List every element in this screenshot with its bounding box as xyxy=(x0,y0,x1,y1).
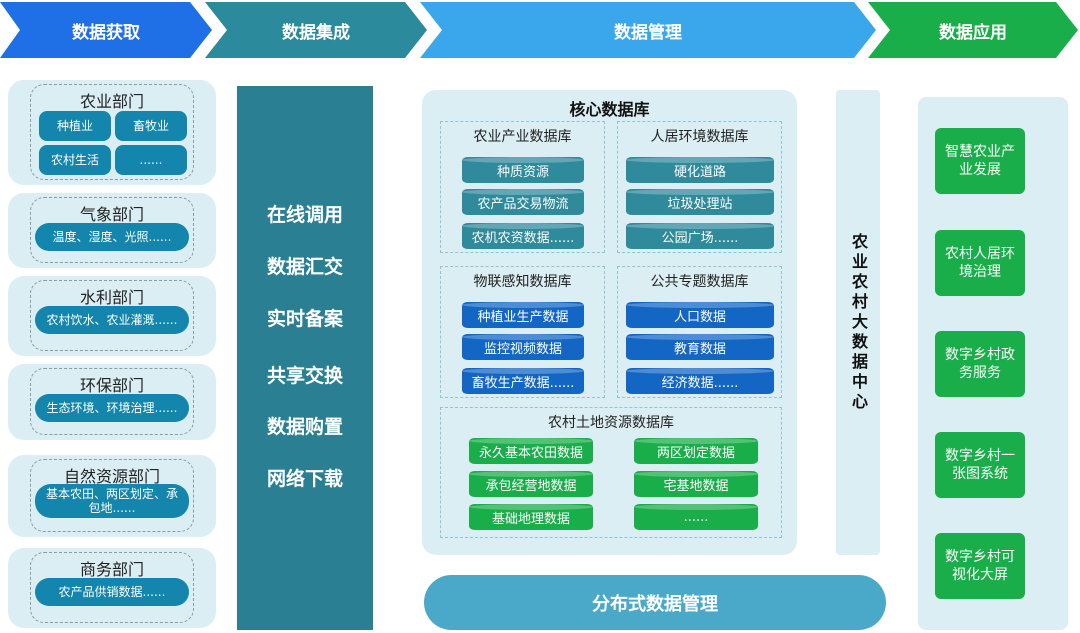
department-frame: 水利部门 农村饮水、农业灌溉...... xyxy=(30,280,194,351)
department-frame: 气象部门 温度、湿度、光照...... xyxy=(30,197,194,263)
stage-manage: 数据管理 xyxy=(420,2,876,58)
stage-label: 数据应用 xyxy=(939,22,1007,43)
stage-integrate: 数据集成 xyxy=(205,2,427,58)
distributed-management-bar: 分布式数据管理 xyxy=(424,575,886,630)
sub-database-title: 农村土地资源数据库 xyxy=(548,415,674,431)
department-card: 自然资源部门 基本农田、两区划定、承包地...... xyxy=(8,455,216,537)
integration-method: 网络下载 xyxy=(266,468,343,490)
department-title: 水利部门 xyxy=(79,288,144,307)
sub-database: 公共专题数据库人口数据教育数据经济数据...... xyxy=(617,266,782,398)
core-title: 核心数据库 xyxy=(569,100,650,119)
application-card[interactable]: 数字乡村政务服务 xyxy=(935,331,1025,397)
stage-label: 数据获取 xyxy=(72,22,140,43)
department-frame: 自然资源部门 基本农田、两区划定、承包地...... xyxy=(30,459,194,532)
data-center-label: 农业农村大数据中心 xyxy=(849,232,868,413)
department-title: 气象部门 xyxy=(79,205,144,224)
integration-method: 共享交换 xyxy=(266,365,343,387)
department-item[interactable]: 农村饮水、农业灌溉...... xyxy=(35,306,189,334)
sub-database-title: 农业产业数据库 xyxy=(473,129,572,145)
department-title: 环保部门 xyxy=(79,376,144,395)
application-card[interactable]: 数字乡村一张图系统 xyxy=(935,432,1025,498)
department-item[interactable]: 基本农田、两区划定、承包地...... xyxy=(35,484,189,518)
sub-database-title: 人居环境数据库 xyxy=(650,129,749,145)
sub-database: 人居环境数据库硬化道路垃圾处理站公园广场...... xyxy=(617,121,782,253)
stage-apply: 数据应用 xyxy=(868,2,1078,58)
database-cylinder[interactable]: 经济数据...... xyxy=(626,368,774,394)
sub-database: 农业产业数据库种质资源农产品交易物流 农机农资数据...... xyxy=(440,121,605,253)
database-cylinder[interactable]: 农产品交易物流 xyxy=(462,189,584,215)
integration-bar: 在线调用数据汇交实时备案共享交换数据购置网络下载 xyxy=(237,86,373,630)
department-title: 农业部门 xyxy=(79,92,144,111)
department-card: 环保部门 生态环境、环境治理...... xyxy=(8,364,216,440)
database-cylinder[interactable]: 基础地理数据 xyxy=(469,504,593,530)
database-cylinder[interactable]: 公园广场...... xyxy=(626,223,774,249)
core-database-panel: 核心数据库 农业产业数据库 种质资源 农产品交易物流 农机农资数据...... 人居环境… xyxy=(422,90,797,555)
department-card: 水利部门 农村饮水、农业灌溉...... xyxy=(8,276,216,356)
department-item[interactable]: 畜牧业 xyxy=(115,111,187,141)
database-cylinder[interactable]: 种植业生产数据 xyxy=(462,302,584,328)
sub-database-title: 物联感知数据库 xyxy=(473,274,572,290)
integration-method: 数据汇交 xyxy=(266,256,343,278)
database-cylinder[interactable]: 农机农资数据...... xyxy=(462,223,584,249)
database-cylinder[interactable]: 宅基地数据 xyxy=(634,471,758,497)
database-cylinder[interactable]: 畜牧生产数据...... xyxy=(462,368,584,394)
distributed-label: 分布式数据管理 xyxy=(592,593,718,615)
sub-database: 物联感知数据库种植业生产数据 监控视频数据 畜牧生产数据...... xyxy=(440,266,605,398)
applications-panel: 智慧农业产业发展 农村人居环境治理 数字乡村政务服务 数字乡村一张图系统 数字乡村可视化… xyxy=(918,97,1068,630)
stage-label: 数据集成 xyxy=(282,22,350,43)
database-cylinder[interactable]: 监控视频数据 xyxy=(462,334,584,360)
department-title: 商务部门 xyxy=(79,560,144,579)
application-card[interactable]: 智慧农业产业发展 xyxy=(935,128,1025,194)
department-item[interactable]: 农村生活 xyxy=(39,145,111,175)
data-center-bar: 农业农村大数据中心 xyxy=(836,90,880,555)
department-card: 商务部门 农产品供销数据...... xyxy=(8,548,216,628)
department-item[interactable]: 温度、湿度、光照...... xyxy=(35,223,189,251)
database-cylinder[interactable]: 种质资源 xyxy=(462,157,584,183)
database-cylinder[interactable]: 教育数据 xyxy=(626,334,774,360)
sub-database: 农村土地资源数据库永久基本农田数据 两区划定数据承包经营地数据 宅基地数据基础地理数… xyxy=(440,407,782,538)
stage-acquire: 数据获取 xyxy=(0,2,212,58)
department-frame: 商务部门 农产品供销数据...... xyxy=(30,552,194,623)
department-frame: 环保部门 生态环境、环境治理...... xyxy=(30,368,194,435)
department-frame: 农业部门 种植业 畜牧业 农村生活...... xyxy=(30,84,194,180)
database-cylinder[interactable]: 两区划定数据 xyxy=(634,438,758,464)
department-item[interactable]: 种植业 xyxy=(39,111,111,141)
department-item[interactable]: 农产品供销数据...... xyxy=(35,578,189,606)
department-card: 农业部门 种植业 畜牧业 农村生活...... xyxy=(8,80,216,185)
database-cylinder[interactable]: 人口数据 xyxy=(626,302,774,328)
stage-label: 数据管理 xyxy=(614,22,682,43)
sub-database-title: 公共专题数据库 xyxy=(650,274,749,290)
department-card: 气象部门 温度、湿度、光照...... xyxy=(8,193,216,268)
integration-method: 实时备案 xyxy=(266,308,343,330)
database-cylinder[interactable]: 垃圾处理站 xyxy=(626,189,774,215)
department-item[interactable]: ...... xyxy=(115,145,187,175)
application-card[interactable]: 数字乡村可视化大屏 xyxy=(935,533,1025,599)
integration-method: 在线调用 xyxy=(266,204,343,226)
department-item[interactable]: 生态环境、环境治理...... xyxy=(35,394,189,422)
application-card[interactable]: 农村人居环境治理 xyxy=(935,230,1025,296)
database-cylinder[interactable]: 承包经营地数据 xyxy=(469,471,593,497)
database-cylinder[interactable]: 永久基本农田数据 xyxy=(469,438,593,464)
database-cylinder[interactable]: 硬化道路 xyxy=(626,157,774,183)
database-cylinder[interactable]: ...... xyxy=(634,504,758,530)
integration-method: 数据购置 xyxy=(266,416,343,438)
